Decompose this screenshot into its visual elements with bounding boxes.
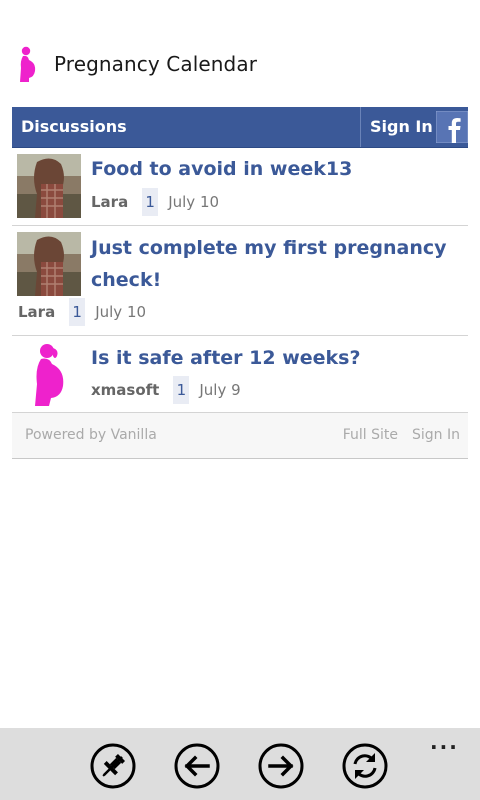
forward-button[interactable] [258, 743, 304, 789]
forum-header: Discussions Sign In [12, 107, 468, 148]
comment-count-badge: 1 [173, 376, 190, 404]
comment-count-badge: 1 [69, 298, 86, 326]
powered-by-link[interactable]: Powered by Vanilla [25, 427, 157, 443]
app-header: Pregnancy Calendar [0, 0, 480, 100]
discussion-meta: Lara 1 July 10 [91, 188, 219, 216]
more-options-button[interactable]: ... [430, 730, 459, 754]
discussion-meta: xmasoft 1 July 9 [91, 376, 241, 404]
discussion-meta: Lara 1 July 10 [18, 298, 146, 326]
user-avatar [17, 232, 81, 296]
discussions-heading: Discussions [21, 117, 127, 136]
refresh-icon [342, 743, 388, 789]
forum-footer: Powered by Vanilla Full Site Sign In [12, 413, 468, 459]
back-arrow-icon [174, 743, 220, 789]
facebook-icon[interactable] [436, 111, 468, 143]
discussion-item[interactable]: Just complete my first pregnancy check! … [12, 226, 468, 336]
pin-icon [90, 743, 136, 789]
discussion-title-line: Just complete my first pregnancy [91, 237, 447, 259]
discussion-list: Discussions Sign In Food to avoid in wee… [12, 107, 468, 459]
author-name[interactable]: Lara [91, 193, 128, 211]
discussion-title[interactable]: Food to avoid in week13 [91, 153, 461, 185]
discussion-title[interactable]: Just complete my first pregnancy check! [91, 232, 461, 296]
refresh-button[interactable] [342, 743, 388, 789]
discussion-title[interactable]: Is it safe after 12 weeks? [91, 342, 461, 374]
comment-count-badge: 1 [142, 188, 159, 216]
discussion-date: July 9 [199, 381, 241, 399]
sign-in-link[interactable]: Sign In [370, 117, 433, 136]
app-title: Pregnancy Calendar [54, 52, 258, 76]
discussion-title-line: check! [91, 269, 162, 291]
pin-button[interactable] [90, 743, 136, 789]
pregnant-woman-avatar [35, 344, 64, 406]
discussion-item[interactable]: Food to avoid in week13 Lara 1 July 10 [12, 148, 468, 226]
discussion-item[interactable]: Is it safe after 12 weeks? xmasoft 1 July … [12, 336, 468, 413]
footer-sign-in-link[interactable]: Sign In [412, 427, 460, 443]
footer-links: Full Site Sign In [329, 427, 460, 443]
discussion-date: July 10 [168, 193, 220, 211]
user-avatar [17, 154, 81, 218]
full-site-link[interactable]: Full Site [343, 427, 398, 443]
pregnant-woman-icon [20, 46, 36, 82]
discussion-date: July 10 [95, 303, 147, 321]
app-bar: ... [0, 728, 480, 800]
author-name[interactable]: xmasoft [91, 381, 159, 399]
forward-arrow-icon [258, 743, 304, 789]
header-divider [360, 107, 361, 147]
author-name[interactable]: Lara [18, 303, 55, 321]
back-button[interactable] [174, 743, 220, 789]
